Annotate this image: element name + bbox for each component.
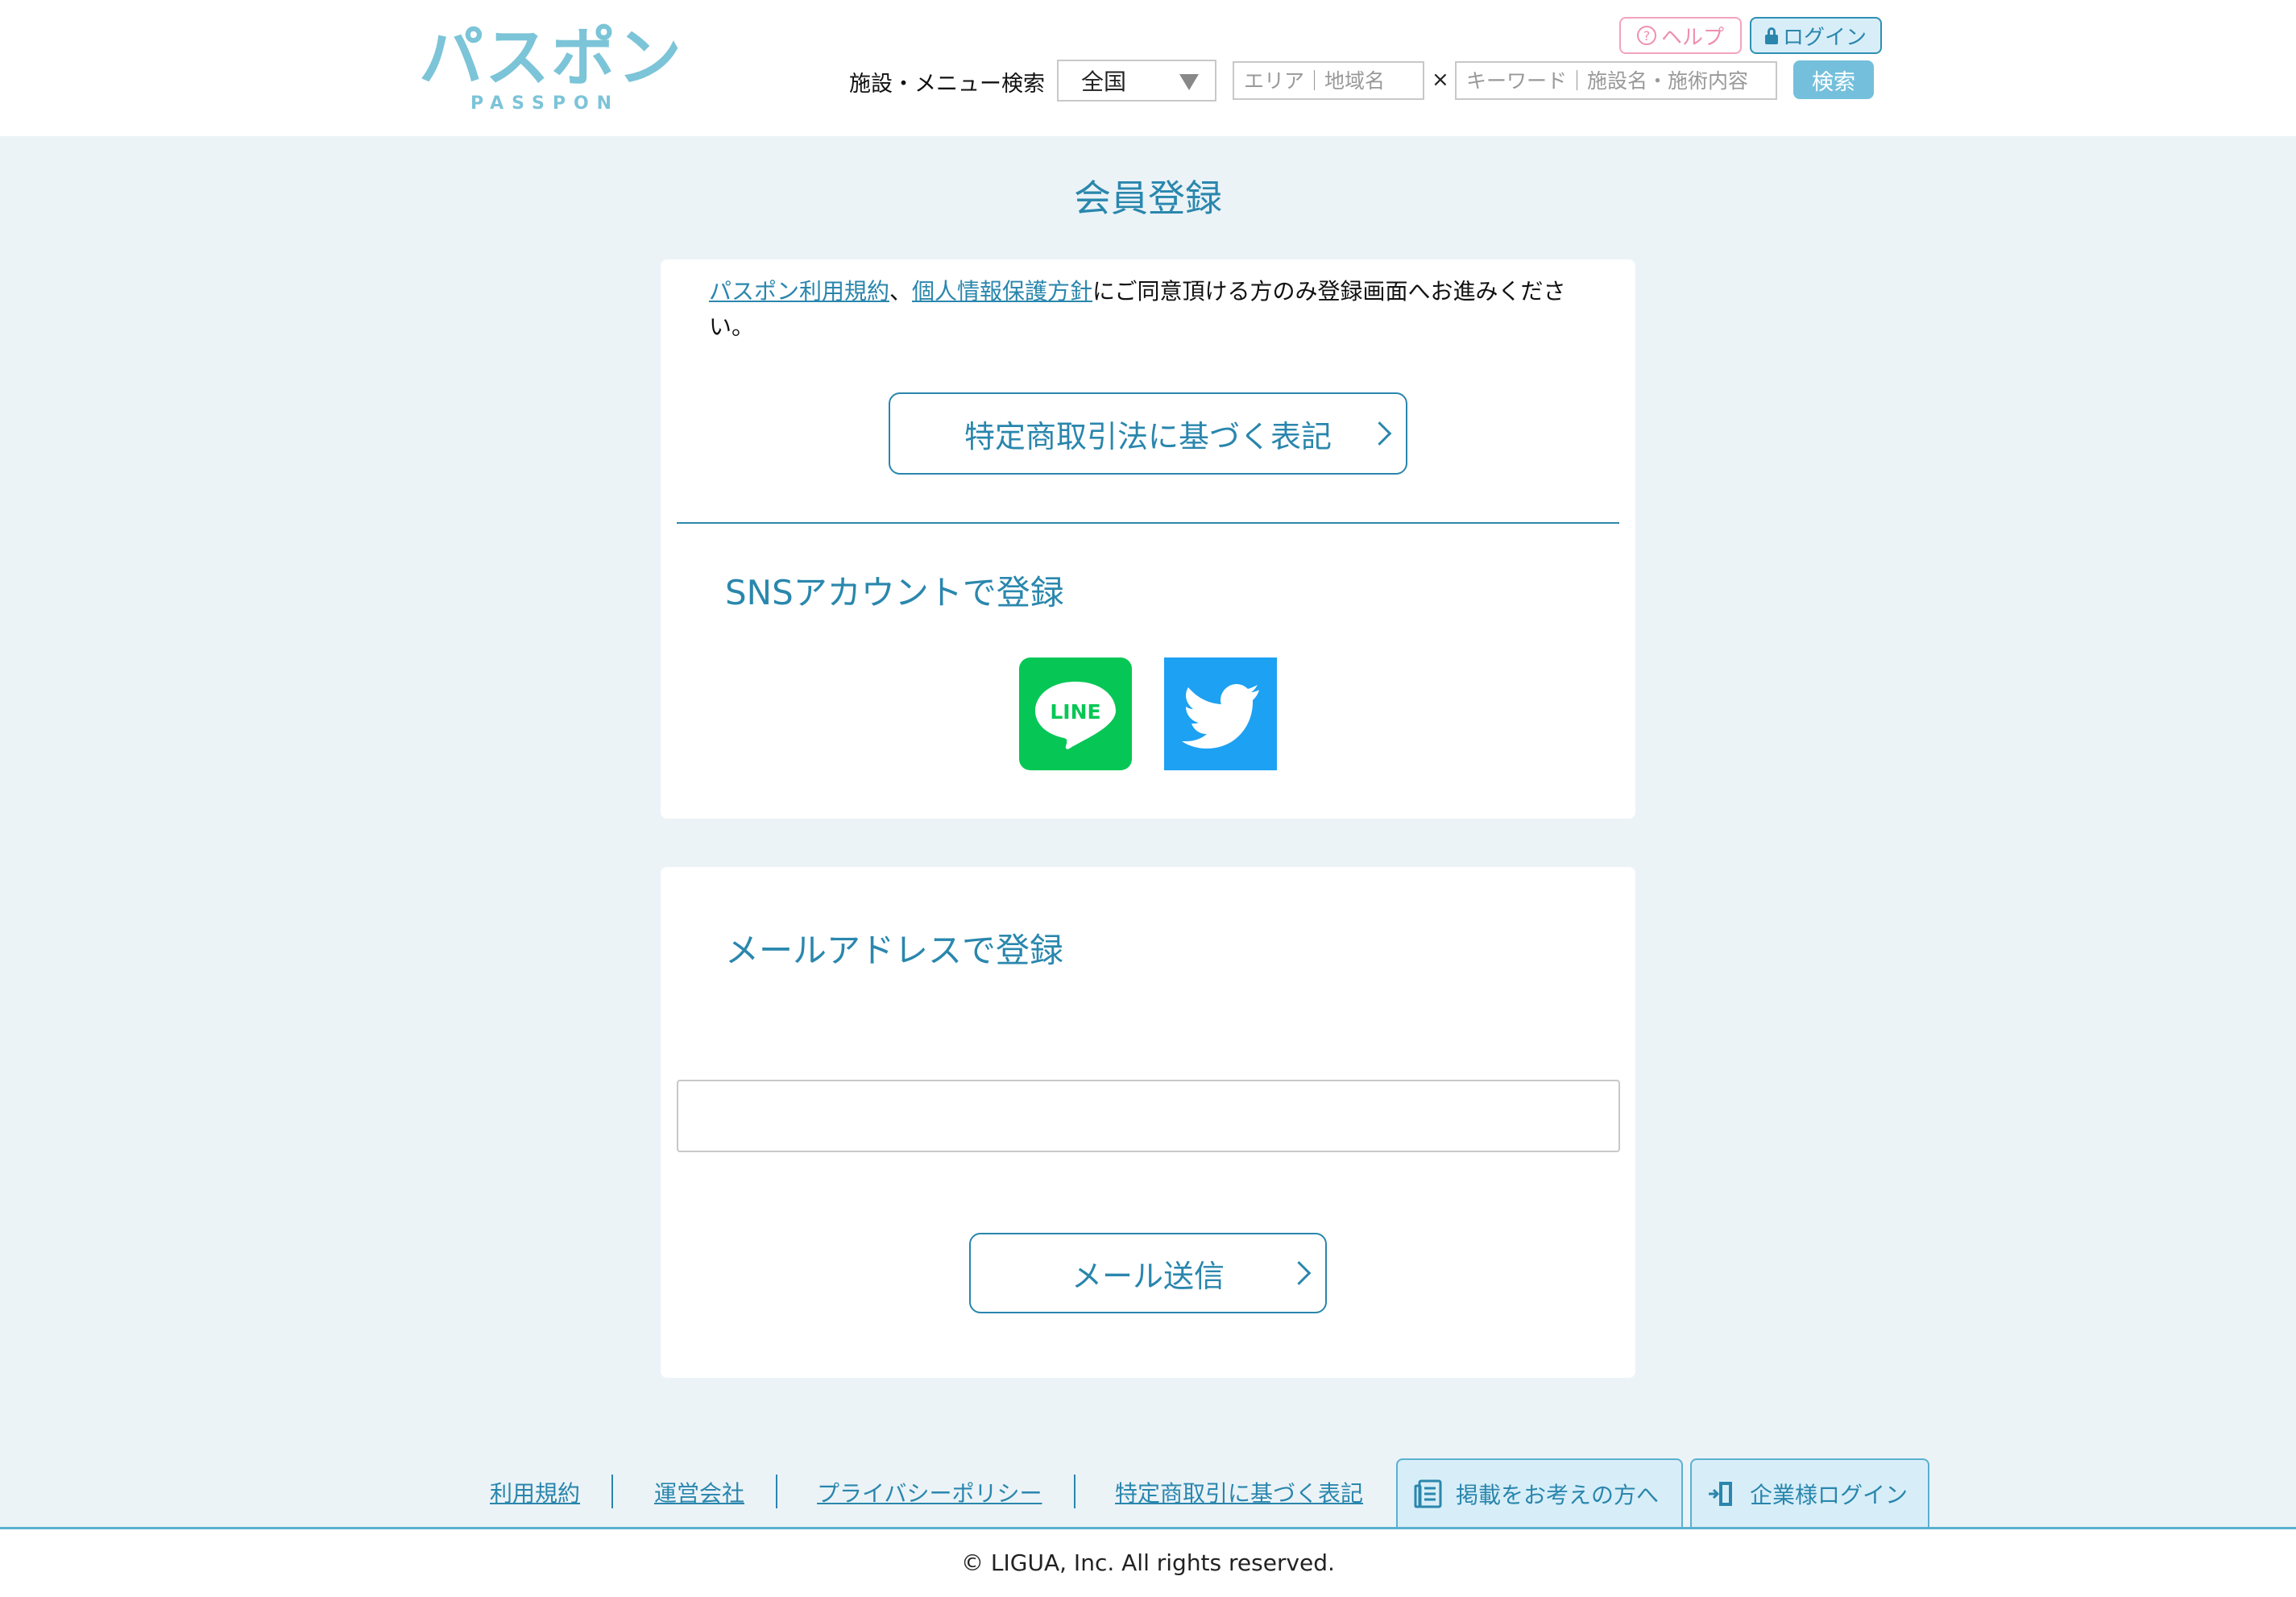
twitter-bird-icon (1182, 684, 1259, 749)
divider (677, 522, 1619, 524)
footer-separator (611, 1475, 613, 1508)
passpon-logo[interactable]: パスポン PASSPON (419, 19, 682, 116)
email-field[interactable] (677, 1080, 1620, 1152)
footer-separator (1074, 1475, 1075, 1508)
tokutei-button[interactable]: 特定商取引法に基づく表記 (889, 392, 1407, 475)
footer-link-terms[interactable]: 利用規約 (490, 1476, 580, 1508)
agree-separator: 、 (889, 278, 913, 305)
mail-heading: メールアドレスで登録 (725, 931, 1064, 970)
tokutei-label: 特定商取引法に基づく表記 (964, 418, 1332, 454)
footer-link-company[interactable]: 運営会社 (654, 1476, 744, 1508)
footer-link-tokutei[interactable]: 特定商取引に基づく表記 (1115, 1476, 1363, 1508)
login-button[interactable]: ログイン (1750, 17, 1882, 54)
company-login-tab[interactable]: 企業様ログイン (1690, 1458, 1929, 1528)
keyword-input[interactable] (1455, 61, 1777, 100)
lock-icon (1764, 27, 1778, 44)
question-icon: ? (1636, 26, 1656, 45)
line-label: LINE (1050, 700, 1100, 724)
chevron-right-icon (1367, 421, 1392, 446)
region-value: 全国 (1081, 68, 1127, 95)
times-symbol: × (1432, 68, 1449, 92)
send-mail-button[interactable]: メール送信 (969, 1233, 1327, 1313)
line-login-icon[interactable]: LINE (1019, 657, 1132, 770)
twitter-login-icon[interactable] (1164, 657, 1277, 770)
help-button[interactable]: ? ヘルプ (1619, 17, 1742, 54)
publish-info-label: 掲載をお考えの方へ (1456, 1482, 1660, 1508)
publish-info-tab[interactable]: 掲載をお考えの方へ (1396, 1458, 1683, 1528)
search-label: 施設・メニュー検索 (849, 72, 1045, 97)
login-label: ログイン (1782, 25, 1867, 50)
privacy-link[interactable]: 個人情報保護方針 (912, 278, 1092, 305)
agreement-text: パスポン利用規約、個人情報保護方針にご同意頂ける方のみ登録画面へお進みください。 (709, 274, 1595, 345)
page-title: 会員登録 (1074, 176, 1222, 220)
dropdown-triangle-icon (1179, 74, 1199, 90)
area-input[interactable] (1233, 61, 1424, 100)
search-button[interactable]: 検索 (1793, 60, 1874, 99)
terms-link[interactable]: パスポン利用規約 (709, 278, 889, 305)
copyright: © LIGUA, Inc. All rights reserved. (961, 1549, 1335, 1576)
send-mail-label: メール送信 (1071, 1258, 1225, 1294)
logo-text: パスポン (419, 20, 683, 95)
sns-heading: SNSアカウントで登録 (725, 573, 1064, 612)
region-select[interactable]: 全国 (1057, 60, 1216, 102)
line-bubble-icon: LINE (1035, 682, 1116, 749)
help-label: ヘルプ (1660, 25, 1724, 50)
document-icon (1414, 1479, 1442, 1508)
footer-link-privacy[interactable]: プライバシーポリシー (817, 1476, 1042, 1508)
site-header: パスポン PASSPON ? ヘルプ ログイン 施設・メニュー検索 全国 × 検… (0, 0, 2296, 136)
footer-separator (776, 1475, 777, 1508)
logo-subtext: PASSPON (470, 93, 620, 114)
door-login-icon (1709, 1482, 1732, 1506)
chevron-right-icon (1287, 1261, 1312, 1285)
company-login-label: 企業様ログイン (1750, 1482, 1908, 1508)
